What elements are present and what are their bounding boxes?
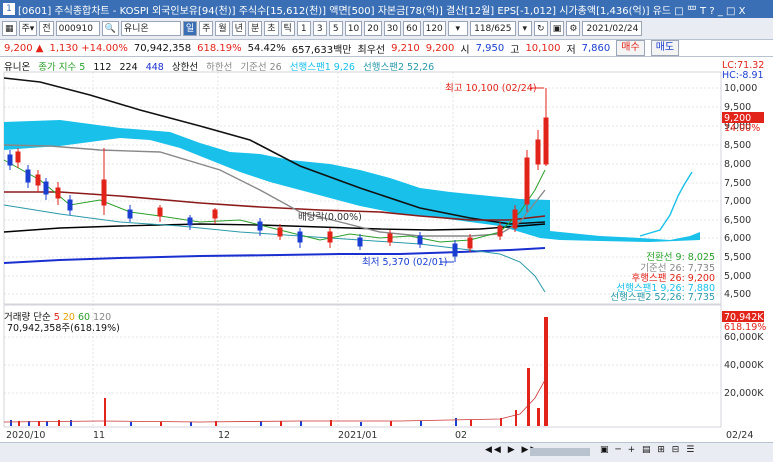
best-ask: 9,200 <box>425 42 455 54</box>
save-icon[interactable]: ▣ <box>549 21 565 36</box>
conversion-line-value: 전환선 9: 8,025 <box>646 251 715 263</box>
low-label: 저 <box>566 44 576 56</box>
svg-text:9,500: 9,500 <box>724 102 751 113</box>
grid-icon[interactable]: ▦ <box>2 21 17 36</box>
volume-pct-axis: 618.19% <box>724 322 766 333</box>
svg-text:10,000: 10,000 <box>724 83 757 94</box>
period-month[interactable]: 월 <box>215 21 230 36</box>
svg-text:60,000K: 60,000K <box>724 332 764 343</box>
window-title: [0601] 주식종합차트 - KOSPI 외국인보유[94(천)] 주식수[1… <box>18 5 746 17</box>
date-label-dec: 12 <box>218 430 231 441</box>
period-minute[interactable]: 분 <box>247 21 263 36</box>
trade-amount: 657,633백만 <box>291 44 352 56</box>
stock-legend-name: 유니온 <box>4 62 31 73</box>
best-label: 최우선 <box>357 44 386 56</box>
date-label-jan: 2021/01 <box>338 430 378 441</box>
current-price: 9,200 ▲ <box>4 42 44 54</box>
period-week[interactable]: 주 <box>199 21 214 36</box>
min-dropdown[interactable]: ▾ <box>447 21 468 36</box>
volume-value: 70,942,358주(618.19%) <box>7 323 120 334</box>
period-tick[interactable]: 틱 <box>280 21 295 36</box>
min-5[interactable]: 5 <box>328 21 343 36</box>
low-annotation: 최저 5,370 (02/01) <box>362 257 448 268</box>
svg-text:8,500: 8,500 <box>724 140 751 151</box>
settings-icon[interactable]: ⚙ <box>566 21 581 36</box>
min-30[interactable]: 30 <box>383 21 402 36</box>
svg-text:20,000K: 20,000K <box>724 388 764 399</box>
refresh-icon[interactable]: ↻ <box>533 21 548 36</box>
ma-224: 224 <box>119 62 138 73</box>
upper-band-legend: 상한선 <box>171 62 199 73</box>
svg-text:6,500: 6,500 <box>724 215 751 226</box>
svg-text:6,000: 6,000 <box>724 233 751 244</box>
price-change: 1,130 +14.00% <box>49 42 128 54</box>
buy-button[interactable]: 매수 <box>616 40 645 56</box>
date-label-nov: 11 <box>93 430 106 441</box>
svg-text:7,500: 7,500 <box>724 178 751 189</box>
stock-code-input[interactable]: 000910 <box>55 21 100 36</box>
span2-legend: 선행스팬2 52,26 <box>362 62 435 73</box>
scroll-bar[interactable]: ◀◀ ▶ ▶▶ ▣ ─ + ▤ ⊞ ⊟ ☰ <box>0 442 773 462</box>
best-bid: 9,210 <box>391 42 420 54</box>
date-field[interactable]: 2021/02/24 <box>582 21 643 36</box>
hc-label: HC:-8.91 <box>722 70 764 81</box>
date-label-current: 02/24 <box>726 430 754 441</box>
ma-legend: 종가 지수 5 <box>38 62 86 73</box>
span2-value: 선행스팬2 52,26: 7,735 <box>610 291 715 303</box>
ma-448: 448 <box>145 62 164 73</box>
base-legend: 기준선 26 <box>240 62 282 73</box>
high-annotation: 최고 10,100 (02/24) <box>445 83 537 94</box>
min-120[interactable]: 120 <box>422 21 446 36</box>
min-10[interactable]: 10 <box>344 21 363 36</box>
svg-text:5,500: 5,500 <box>724 252 751 263</box>
span1-legend: 선행스팬1 9,26 <box>289 62 355 73</box>
price-chart[interactable]: 10,000 9,500 9,000 8,500 8,000 7,500 7,0… <box>0 57 773 429</box>
sell-button[interactable]: 매도 <box>650 40 680 56</box>
svg-text:40,000K: 40,000K <box>724 360 764 371</box>
svg-text:7,000: 7,000 <box>724 196 751 207</box>
high-label: 고 <box>510 44 520 56</box>
volume-value: 70,942,358 <box>133 42 192 54</box>
period-year[interactable]: 년 <box>231 21 246 36</box>
toolbar: ▦ 주▾ 전 000910 🔍 유니온 일 주 월 년 분 초 틱 1 3 5 … <box>0 18 773 40</box>
lower-band-legend: 하한선 <box>206 62 233 73</box>
svg-text:5,000: 5,000 <box>724 271 751 282</box>
open-label: 시 <box>460 44 470 56</box>
svg-text:8,000: 8,000 <box>724 159 751 170</box>
title-bar: 1 [0601] 주식종합차트 - KOSPI 외국인보유[94(천)] 주식수… <box>0 0 773 18</box>
volume-ratio: 618.19% <box>197 42 242 54</box>
code-type-select[interactable]: 주▾ <box>18 21 38 36</box>
scroll-thumb[interactable] <box>530 448 590 456</box>
period-second[interactable]: 초 <box>264 21 279 36</box>
turnover: 54.42% <box>247 42 286 54</box>
quote-bar: 9,200 ▲ 1,130 +14.00% 70,942,358 618.19%… <box>0 40 773 57</box>
current-pct-axis: 14.00% <box>724 123 760 134</box>
period-day[interactable]: 일 <box>182 21 198 36</box>
zoom-buttons[interactable]: ▣ ─ + ▤ ⊞ ⊟ ☰ <box>600 445 696 455</box>
date-label-oct: 2020/10 <box>6 430 46 441</box>
window-icon: 1 <box>3 3 15 15</box>
min-60[interactable]: 60 <box>403 21 421 36</box>
stock-name-field[interactable]: 유니온 <box>120 21 181 36</box>
svg-text:4,500: 4,500 <box>724 289 751 300</box>
min-20[interactable]: 20 <box>364 21 382 36</box>
price-legend: 유니온 종가 지수 5 112 224 448 상한선 하한선 기준선 26 선… <box>4 59 439 73</box>
min-3[interactable]: 3 <box>312 21 327 36</box>
page-count: 118/625 <box>469 21 516 36</box>
min-1[interactable]: 1 <box>296 21 311 36</box>
search-icon[interactable]: 🔍 <box>101 21 119 36</box>
ma-112: 112 <box>93 62 112 73</box>
dividend-annotation: 배당락(0.00%) <box>298 211 362 223</box>
low-price: 7,860 <box>581 42 611 54</box>
open-price: 7,950 <box>475 42 505 54</box>
chevron-down-icon[interactable]: ▾ <box>517 21 532 36</box>
high-price: 10,100 <box>525 42 561 54</box>
date-label-feb: 02 <box>455 430 468 441</box>
market-type[interactable]: 전 <box>39 21 54 36</box>
